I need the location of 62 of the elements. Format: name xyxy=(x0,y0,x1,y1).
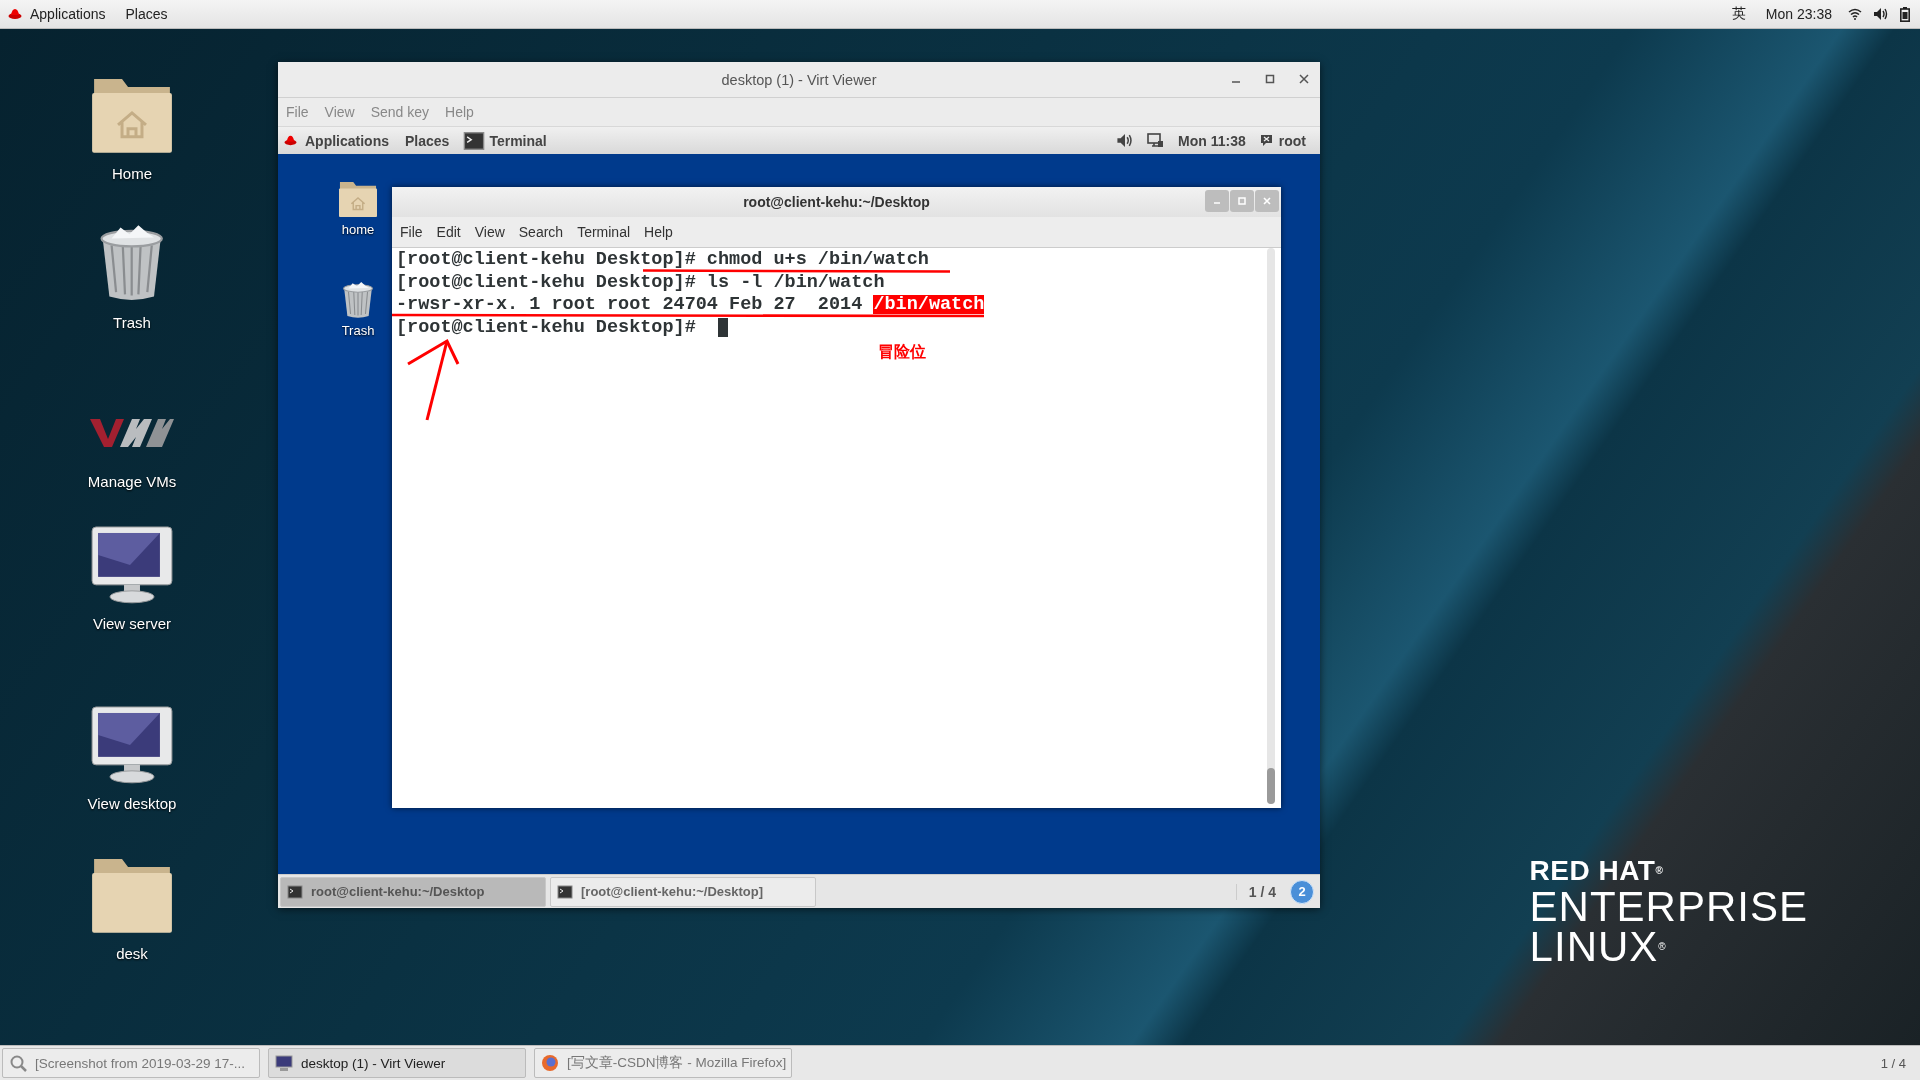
app-menu-button[interactable]: Terminal xyxy=(463,129,547,152)
battery-icon[interactable] xyxy=(1900,6,1910,22)
terminal-icon xyxy=(287,883,303,900)
icon-label[interactable]: View server xyxy=(92,614,172,632)
menu-button[interactable]: Applications xyxy=(284,132,389,149)
task-button[interactable]: [写文章-CSDN博客 - Mozilla Firefox] xyxy=(534,1048,792,1078)
menu-item[interactable]: Edit xyxy=(436,224,461,240)
task-button[interactable]: [root@client-kehu:~/Desktop] xyxy=(550,876,816,907)
menu-button[interactable]: Places xyxy=(125,6,168,22)
maximize-button[interactable] xyxy=(1264,73,1276,85)
terminal-line: [root@client-kehu Desktop]# ls -l /bin/watch xyxy=(396,272,885,292)
icon-label[interactable]: Trash xyxy=(341,323,375,339)
terminal-icon xyxy=(463,129,486,152)
brand-text: ENTERPRISE xyxy=(1529,887,1808,927)
workspace-indicator[interactable]: 1 / 4 xyxy=(1880,1055,1920,1071)
clock[interactable]: Mon 23:38 xyxy=(1761,6,1836,22)
menu-item[interactable]: Help xyxy=(644,224,673,240)
hat-icon xyxy=(8,7,22,21)
workspace-indicator[interactable]: 1 / 4 xyxy=(1235,883,1276,900)
menu-item[interactable]: Search xyxy=(518,224,564,240)
monitor-icon xyxy=(90,525,174,605)
home-folder-icon xyxy=(338,180,378,218)
menu-item[interactable]: Terminal xyxy=(577,224,631,240)
task-button[interactable]: desktop (1) - Virt Viewer xyxy=(268,1048,526,1078)
input-method-indicator[interactable]: 英 xyxy=(1727,5,1750,23)
user-menu-button[interactable]: root xyxy=(1259,132,1306,149)
icon-label[interactable]: Trash xyxy=(113,313,151,331)
trash-icon xyxy=(341,282,375,320)
menu-item[interactable]: File xyxy=(400,224,423,240)
monitor-icon xyxy=(275,1054,293,1072)
wifi-icon[interactable] xyxy=(1848,8,1862,20)
volume-icon[interactable] xyxy=(1874,8,1888,20)
icon-label[interactable]: Manage VMs xyxy=(87,473,177,490)
close-button[interactable] xyxy=(1298,73,1310,85)
task-button[interactable]: [Screenshot from 2019-03-29 17-... xyxy=(2,1048,260,1078)
clock[interactable]: Mon 11:38 xyxy=(1178,132,1246,149)
scrollbar[interactable] xyxy=(1267,248,1275,804)
terminal-icon xyxy=(557,883,573,900)
icon-label[interactable]: home xyxy=(341,222,375,237)
window-title: root@client-kehu:~/Desktop xyxy=(743,194,930,210)
hat-icon xyxy=(284,134,297,147)
volume-icon[interactable] xyxy=(1117,134,1134,147)
terminal-line: -rwsr-xr-x. 1 root root 24704 Feb 27 2014 /bin/watch xyxy=(396,295,985,314)
window-title: desktop (1) - Virt Viewer xyxy=(721,71,877,88)
network-icon[interactable] xyxy=(1147,133,1165,148)
message-icon xyxy=(1259,134,1273,147)
globe-icon xyxy=(541,1054,559,1072)
menu-button[interactable]: Applications xyxy=(8,6,106,22)
menu-item[interactable]: View xyxy=(474,224,505,240)
magnifier-icon xyxy=(9,1054,27,1072)
terminal-line: [root@client-kehu Desktop]# xyxy=(396,317,728,337)
icon-label[interactable]: Home xyxy=(112,164,152,182)
task-button[interactable]: root@client-kehu:~/Desktop xyxy=(280,876,546,907)
scrollbar-thumb[interactable] xyxy=(1267,768,1275,804)
icon-label[interactable]: desk xyxy=(116,944,148,962)
monitor-icon xyxy=(90,705,174,785)
terminal-line: [root@client-kehu Desktop]# chmod u+s /bin/watch xyxy=(396,250,929,269)
annotation-text: 冒险位 xyxy=(878,342,926,362)
menu-button[interactable]: Places xyxy=(405,132,450,149)
brand-text: RED HAT$^{®}$ xyxy=(1529,855,1665,887)
icon-label[interactable]: View desktop xyxy=(87,794,177,812)
brand-text: LINUX$^{®}$ xyxy=(1529,927,1668,967)
